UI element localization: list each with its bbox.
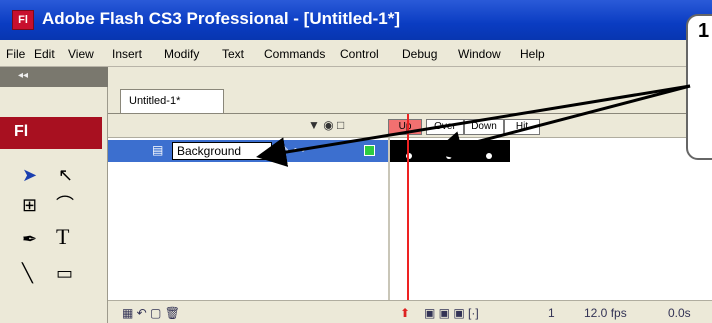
selection-tool-icon[interactable]: ➤ xyxy=(22,165,37,185)
timeline-panel: ▼ ◉ □ Up Over Down Hit ▤ Background ✎ • … xyxy=(108,113,712,323)
keyframe-up[interactable] xyxy=(390,140,430,162)
line-tool-icon[interactable]: ╲ xyxy=(22,263,33,283)
layer-visibility-lock-outline-icons[interactable]: ▼ ◉ □ xyxy=(308,118,344,132)
menu-view[interactable]: View xyxy=(68,47,94,61)
menu-text[interactable]: Text xyxy=(222,47,244,61)
collapse-toolbox-icon[interactable]: ◂◂ xyxy=(0,67,108,87)
layer-buttons-icons[interactable]: ▦ ↶ ▢ 🗑 xyxy=(122,306,180,320)
frame-label-over[interactable]: Over xyxy=(426,119,464,135)
menu-commands[interactable]: Commands xyxy=(264,47,325,61)
keyframe-down[interactable] xyxy=(470,140,510,162)
subselection-tool-icon[interactable]: ↖ xyxy=(58,165,73,185)
pen-tool-icon[interactable]: ✒ xyxy=(22,229,37,249)
menu-control[interactable]: Control xyxy=(340,47,379,61)
free-transform-tool-icon[interactable]: ⊞ xyxy=(22,195,37,215)
menu-file[interactable]: File xyxy=(6,47,25,61)
lasso-tool-icon[interactable]: ⌒ xyxy=(56,195,74,215)
frame-label-hit[interactable]: Hit xyxy=(504,119,540,135)
callout-box: 1 xyxy=(686,14,712,160)
text-tool-icon[interactable]: T xyxy=(56,226,69,248)
playhead[interactable] xyxy=(407,114,409,323)
callout-number: 1 xyxy=(698,20,710,42)
document-tab[interactable]: Untitled-1* xyxy=(120,89,224,113)
keyframe-dot xyxy=(446,153,452,159)
flash-app-icon: Fl xyxy=(12,10,34,30)
menu-help[interactable]: Help xyxy=(520,47,545,61)
layer-edit-controls[interactable]: ✎ • • xyxy=(280,143,305,157)
title-bar: Fl Adobe Flash CS3 Professional - [Untit… xyxy=(0,0,712,40)
menu-debug[interactable]: Debug xyxy=(402,47,437,61)
keyframe-dot xyxy=(486,153,492,159)
rectangle-tool-icon[interactable]: ▭ xyxy=(56,263,73,283)
frame-rate-value: 12.0 fps xyxy=(584,306,627,320)
keyframe-over[interactable] xyxy=(430,140,470,162)
timeline-status-bar: ▦ ↶ ▢ 🗑 ⬆ ▣ ▣ ▣ [·] 1 12.0 fps 0.0s xyxy=(108,300,712,323)
current-frame-value: 1 xyxy=(548,306,555,320)
frames-row[interactable] xyxy=(390,140,712,162)
layer-name-field[interactable]: Background xyxy=(172,142,272,160)
window-title: Adobe Flash CS3 Professional - [Untitled… xyxy=(42,9,400,28)
elapsed-time-value: 0.0s xyxy=(668,306,691,320)
menu-bar: File Edit View Insert Modify Text Comman… xyxy=(0,40,712,67)
document-area: Untitled-1* ▼ ◉ □ Up Over Down Hit ▤ Bac… xyxy=(108,67,712,323)
onion-skin-icons[interactable]: ▣ ▣ ▣ [·] xyxy=(424,306,479,320)
tools-panel: ◂◂ Fl ➤ ↖ ⊞ ⌒ ✒ T ╲ ▭ xyxy=(0,67,108,323)
timeline-header: ▼ ◉ □ Up Over Down Hit xyxy=(108,114,712,138)
layer-outline-color-swatch[interactable] xyxy=(364,145,375,156)
layer-row-background[interactable]: ▤ Background ✎ • • xyxy=(108,140,388,162)
menu-edit[interactable]: Edit xyxy=(34,47,55,61)
menu-modify[interactable]: Modify xyxy=(164,47,199,61)
menu-window[interactable]: Window xyxy=(458,47,501,61)
layer-type-icon: ▤ xyxy=(152,143,164,157)
frame-label-down[interactable]: Down xyxy=(464,119,504,135)
menu-insert[interactable]: Insert xyxy=(112,47,142,61)
flash-logo-badge: Fl xyxy=(0,117,102,149)
timeline-divider[interactable] xyxy=(388,138,390,300)
flash-window: Fl Adobe Flash CS3 Professional - [Untit… xyxy=(0,0,712,323)
center-frame-icon[interactable]: ⬆ xyxy=(400,306,410,320)
frame-label-up[interactable]: Up xyxy=(388,119,422,135)
